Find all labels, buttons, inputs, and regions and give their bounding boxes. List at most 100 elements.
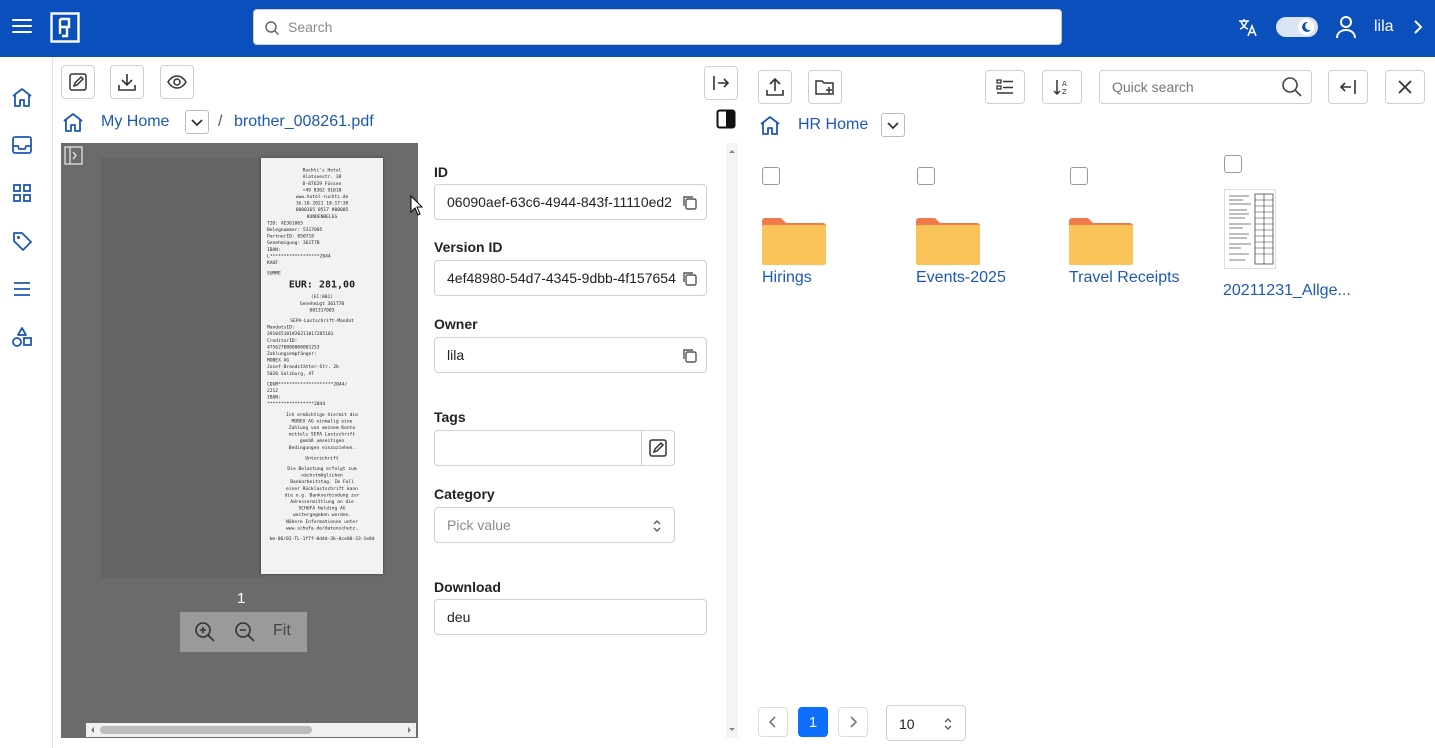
zoom-out-icon[interactable] [234,621,256,643]
zoom-in-icon[interactable] [194,621,216,643]
grid-icon[interactable] [11,182,33,204]
item-checkbox[interactable] [762,167,780,185]
document-thumbnail[interactable] [1224,189,1276,269]
download-value: deu [447,609,471,625]
document-page: Ruchti's Hotel Alatseestr. 38 D-87629 Füss… [261,158,383,574]
receipt-line: D-87629 Füssen [303,181,342,187]
sort-icon: AZ [1053,80,1067,96]
tag-icon[interactable] [11,230,33,252]
item-name[interactable]: Hirings [762,269,812,287]
breadcrumb-hr-home[interactable]: HR Home [798,116,868,134]
breadcrumb-home-icon[interactable] [62,111,84,133]
breadcrumb-file[interactable]: brother_008261.pdf [234,113,374,131]
search-icon[interactable] [1281,76,1303,98]
list-icon[interactable] [11,278,33,300]
moon-icon [1298,19,1314,35]
global-search[interactable] [253,9,1062,45]
owner-field[interactable]: lila [434,337,707,373]
copy-icon[interactable] [681,194,698,211]
hr-home-dropdown[interactable] [881,113,905,137]
shapes-icon[interactable] [11,326,33,348]
folder-icon[interactable] [762,217,826,265]
next-page-button[interactable] [838,707,868,737]
home-icon[interactable] [11,86,33,108]
receipt-line: Nähere Informationen unter [286,519,358,525]
list-details-icon [996,79,1013,94]
inbox-icon[interactable] [11,134,33,156]
receipt-line: Bedingungen einzuziehen. [289,445,355,451]
metadata-panel: ID 06090aef-63c6-4944-843f-11110ed2 Vers… [418,143,738,738]
close-button[interactable] [1385,70,1425,104]
menu-icon[interactable] [10,14,34,38]
id-field[interactable]: 06090aef-63c6-4944-843f-11110ed2 [434,184,707,220]
receipt-line: 0000165 0517 #00085 [296,207,349,213]
sidebar-toggle-icon[interactable] [64,146,83,165]
folder-icon[interactable] [1069,217,1133,265]
upload-button[interactable] [758,70,792,104]
chevron-right-icon[interactable] [1410,19,1426,35]
receipt-line: IBAN: [267,395,281,401]
translate-icon[interactable] [1237,16,1259,38]
chevron-down-icon [887,122,899,130]
receipt-line: Bankarbeitstag. Im Fall [290,479,354,485]
receipt-line: 16.10.2021 10:17:38 [296,201,349,207]
version-id-field[interactable]: 4ef48980-54d7-4345-9dbb-4f157654 [434,260,707,296]
select-arrows-icon [944,718,952,730]
logo-icon[interactable] [50,12,80,43]
hr-home-icon[interactable] [759,114,781,136]
receipt-line: Adressermittlung an die [290,499,354,505]
breadcrumb-my-home[interactable]: My Home [101,113,169,131]
new-folder-button[interactable] [808,70,842,104]
split-view-icon[interactable] [716,109,736,129]
prev-page-button[interactable] [758,707,788,737]
current-page[interactable]: 1 [798,707,828,737]
top-bar: lila [0,0,1435,57]
collapse-left-button[interactable] [1328,70,1368,104]
item-checkbox[interactable] [1224,155,1242,173]
receipt-line: mittels SEPA Lastschrift [289,432,356,438]
username[interactable]: lila [1374,18,1394,36]
category-select[interactable]: Pick value [434,507,675,543]
receipt-line: (EC:001) [311,294,333,300]
receipt-line: die o.g. Bankverbindung zur [285,492,360,498]
download-field[interactable]: deu [434,599,707,635]
fit-button[interactable]: Fit [273,622,291,640]
receipt-line: Genehmigt 361T7B [300,301,344,307]
item-name[interactable]: 20211231_Allge... [1223,282,1351,300]
pdf-viewer[interactable]: Ruchti's Hotel Alatseestr. 38 D-87629 Füss… [61,143,418,738]
item-checkbox[interactable] [1070,167,1088,185]
preview-button[interactable] [160,65,194,99]
receipt-line: bm-06/02-TL-1f7f-0d4d-3b-0ce00-33-1e8d [269,536,374,542]
page-size-select[interactable]: 10 [886,705,966,741]
receipt-line: 4756270000000001253 [267,344,320,350]
view-mode-button[interactable] [985,70,1025,104]
vertical-scrollbar[interactable] [726,143,738,738]
page-size-value: 10 [899,716,915,732]
receipt-line: IBAN: [267,247,281,253]
expand-right-button[interactable] [704,66,738,100]
folder-icon[interactable] [916,217,980,265]
copy-icon[interactable] [681,270,698,287]
edit-button[interactable] [61,65,95,99]
receipt-line: CreditorID: [267,338,297,344]
item-name[interactable]: Travel Receipts [1069,269,1180,287]
scrollbar-thumb[interactable] [100,726,312,734]
download-button[interactable] [110,65,144,99]
sort-button[interactable]: AZ [1042,70,1082,104]
quick-search[interactable] [1099,70,1312,104]
user-icon[interactable] [1335,15,1357,39]
horizontal-scrollbar[interactable] [86,723,416,737]
breadcrumb-dropdown[interactable] [185,110,209,134]
receipt-line: www.schufa.de/datenschutz. [286,525,358,531]
copy-icon[interactable] [681,347,698,364]
tags-field[interactable] [434,430,675,466]
item-name[interactable]: Events-2025 [916,269,1006,287]
search-icon [264,20,280,36]
quick-search-input[interactable] [1112,71,1277,103]
edit-icon [649,439,667,457]
edit-tags-button[interactable] [641,431,674,465]
receipt-line: Ich ermächtige hiermit die [286,412,358,418]
item-checkbox[interactable] [917,167,935,185]
search-input[interactable] [288,10,1048,44]
dark-mode-toggle[interactable] [1276,17,1318,37]
